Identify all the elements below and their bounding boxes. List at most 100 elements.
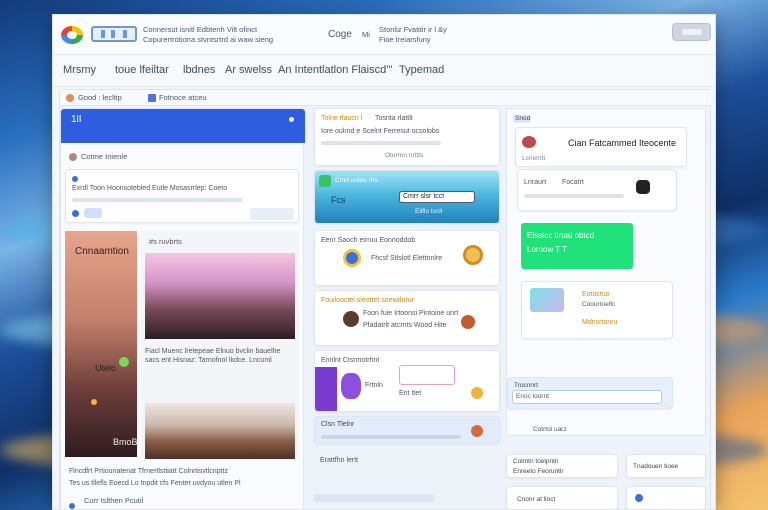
- column-3-footer-link[interactable]: Cotrtoi uarz: [533, 425, 567, 435]
- column-3-list[interactable]: Lnraurt Focatrt: [517, 169, 677, 211]
- menu-item-3[interactable]: lbdnes: [183, 64, 215, 76]
- card-5-stripe: [315, 367, 337, 411]
- top-right-line-1: Stonliz Fvatitir ir l &y: [379, 25, 447, 34]
- column-2-bottom-label: Erattfhn lertt: [320, 457, 359, 464]
- card-4-line-1: Foon fuie Irtoonsi Pintoine unrt: [363, 310, 459, 317]
- top-description-line-2: Copurertrotiona stvntsrtrd ai waw sieng: [143, 35, 274, 44]
- tab-title[interactable]: Good : lecltip: [78, 93, 122, 103]
- document-icon[interactable]: [91, 26, 137, 42]
- column-3-tag[interactable]: Snod: [515, 114, 530, 124]
- card-5-title: Enrilnt Ctsrmotrhnt: [321, 357, 380, 364]
- top-right-label[interactable]: Mi: [362, 30, 370, 39]
- post-thumbnail[interactable]: [250, 208, 294, 220]
- card-3-badge-icon: [343, 249, 361, 267]
- column-3-title: Cian Fatcammed Iteocente: [568, 138, 677, 148]
- mountain-photo-2[interactable]: [145, 403, 295, 459]
- post-author-avatar[interactable]: [69, 153, 77, 161]
- image-side-label-2: BmoB: [113, 437, 138, 447]
- column-1-header: [61, 109, 305, 143]
- menu-item-5[interactable]: An Intentlatlon Flaiscd''': [278, 64, 393, 76]
- column-3-header-card[interactable]: Cian Fatcammed Iteocente Lcnemtt: [515, 127, 687, 167]
- column-3-row-1: Lnraurt: [524, 179, 547, 186]
- tool-row-label: Clsn Tlelnr: [321, 421, 355, 428]
- column-3-input-box[interactable]: Trocnnrt Enoc loornt: [507, 377, 673, 409]
- card-2-button-label-2: Eilflo tvcit: [415, 208, 443, 215]
- card-5-trophy-icon: [471, 387, 483, 399]
- card-3-body: Fhcsf Stlslotl Elettnnlre: [371, 255, 443, 262]
- post-icon: [72, 176, 78, 182]
- column-3-card-small: Coourtoeflc: [582, 301, 616, 308]
- sparkle-icon: [91, 399, 97, 405]
- image-body: Fiacl Muenc lretepeae Elnuo bvclin bauel…: [145, 348, 281, 364]
- menu-item-2[interactable]: toue lfeiltar: [115, 64, 169, 76]
- card-1-footer: Oturrnn nrttts: [385, 152, 424, 159]
- card-4-reaction-icon[interactable]: [461, 315, 475, 329]
- card-3[interactable]: Eenr Saoch eirruu Eonnoddob Fhcsf Stlslo…: [314, 230, 500, 286]
- card-5-line-1: Frtnln: [365, 382, 383, 389]
- image-left-panel[interactable]: [65, 231, 137, 457]
- column-1-bottom-link[interactable]: Corr tslthen Pcutil: [84, 496, 143, 506]
- footer-line-1: Flncdfrt Prtiounatenat Tfrnertlsttiatt C…: [69, 468, 228, 475]
- card-1-placeholder: [321, 141, 441, 145]
- top-bar: Connersut isnitl Edbtenh Vilt ofinct Cop…: [53, 15, 715, 55]
- app-logo-icon[interactable]: [61, 26, 83, 44]
- card-1-line-2: Tosnta rlattlt: [375, 115, 413, 122]
- top-center-label[interactable]: Coge: [328, 30, 352, 40]
- avatar[interactable]: [66, 94, 74, 102]
- status-card-a[interactable]: Colmtn toelpntn Enreeto Feoruntlr: [506, 454, 618, 478]
- tab-status-icon: [148, 94, 156, 102]
- post-card[interactable]: Exrdl Toon Hoonsotebled Eutle Mosasrrlep…: [65, 169, 299, 223]
- card-2-tag: Cmrt ouleu rhs: [335, 177, 378, 184]
- card-2-button-label: Cmrr slsr tcct: [403, 193, 445, 200]
- status-card-d[interactable]: [626, 486, 706, 509]
- column-3-list-line: [524, 194, 624, 198]
- column-3-card-image: [530, 288, 564, 312]
- post-action-icon[interactable]: [72, 210, 79, 217]
- status-card-b[interactable]: Tnadouen tioee: [626, 454, 706, 478]
- column-3-logo-icon: [522, 136, 536, 148]
- status-c: Tnadouen tioee: [633, 463, 679, 470]
- card-5-input[interactable]: [399, 365, 455, 385]
- green-banner-title: Elsstcc tiruaI obtcd: [527, 231, 595, 240]
- status-card-c[interactable]: Cnonr at lloct: [506, 486, 618, 509]
- bottom-icon[interactable]: [69, 503, 75, 509]
- menu-item-4[interactable]: Ar swelss: [225, 64, 272, 76]
- tool-row-icon[interactable]: [471, 425, 483, 437]
- card-2[interactable]: Cmrt ouleu rhs Fcs Cmrr slsr tcct Eilflo…: [314, 170, 500, 224]
- footer-line-2: Tes us tllefls Eoecd Lo tnpdit cfs Fente…: [69, 480, 241, 487]
- browser-window: Connersut isnitl Edbtenh Vilt ofinct Cop…: [52, 14, 716, 510]
- card-4-title: Fouilooctel sleottet soewdnrur: [321, 297, 414, 304]
- column-2-scrollbar[interactable]: [314, 494, 434, 502]
- card-5-mascot-icon: [341, 373, 361, 399]
- menu-bar: Mrsmy toue lfeiltar lbdnes Ar swelss An …: [53, 55, 715, 87]
- tool-row[interactable]: Clsn Tlelnr: [314, 416, 500, 444]
- card-1[interactable]: Tolne tfaucn l Tosnta rlattlt Iore oulrn…: [314, 108, 500, 166]
- post-body: Exrdl Toon Hoonsotebled Eutle Mosasrrlep…: [72, 185, 228, 192]
- card-1-line-3: Iore oulrnd e Scelnt Ferresut ocsolobs: [321, 128, 440, 135]
- status-d: Cnonr at lloct: [517, 496, 556, 503]
- column-2: Tolne tfaucn l Tosnta rlattlt Iore oulrn…: [314, 108, 500, 509]
- card-4[interactable]: Fouilooctel sleottet soewdnrur Foon fuie…: [314, 290, 500, 346]
- status-a: Colmtn toelpntn: [513, 458, 559, 465]
- card-4-avatar[interactable]: [343, 311, 359, 327]
- tool-row-track: [321, 435, 461, 439]
- sticker-icon: [119, 357, 129, 367]
- board: Good : lecltip Fotnoce atceu 1lI Cotme I…: [59, 89, 712, 509]
- card-5[interactable]: Enrilnt Ctsrmotrhnt Frtnln Ent ttet: [314, 350, 500, 412]
- post-author[interactable]: Cotme Inienle: [81, 152, 127, 162]
- card-3-title: Eenr Saoch eirruu Eonnoddob: [321, 237, 416, 244]
- column-3-card-title: Eotoctuo: [582, 291, 610, 298]
- column-1-title: 1lI: [71, 115, 82, 125]
- menu-item-6[interactable]: Typemad: [399, 64, 444, 76]
- post-attachment[interactable]: [84, 208, 102, 218]
- column-1-menu-icon[interactable]: [289, 117, 294, 122]
- mountain-photo-1[interactable]: [145, 253, 295, 339]
- card-1-line-1: Tolne tfaucn l: [321, 115, 363, 122]
- top-right-line-2: Fioe Ireiarsfuny: [379, 35, 431, 44]
- card-4-line-2: Pfadatrlt atcrnts Wood Hite: [363, 322, 447, 329]
- toggle-button[interactable]: [672, 23, 711, 41]
- star-icon[interactable]: [636, 180, 650, 194]
- image-tag: #s ruvbrts: [149, 237, 182, 246]
- column-3-card[interactable]: Eotoctuo Coourtoeflc Mdnsrtonru: [521, 281, 673, 339]
- menu-item-1[interactable]: Mrsmy: [63, 64, 96, 76]
